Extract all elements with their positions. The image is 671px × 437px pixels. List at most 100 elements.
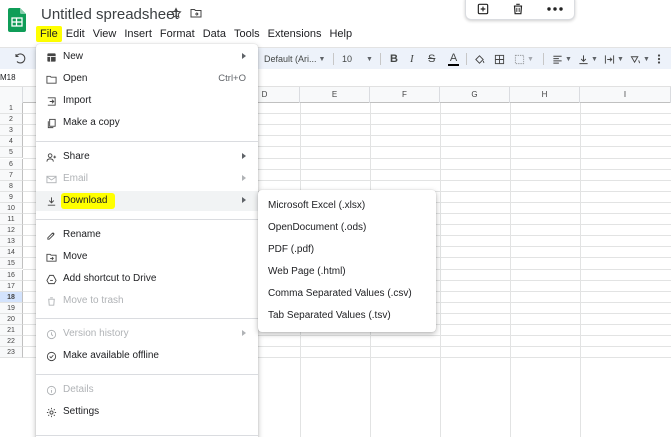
row-header-13[interactable]: 13 [0,236,23,248]
file-menu-move-to-trash: Move to trash [36,291,258,311]
file-menu-import[interactable]: Import [36,91,258,111]
gear-icon [45,406,57,418]
file-menu-share[interactable]: Share [36,147,258,167]
file-menu-open[interactable]: Open Ctrl+O [36,69,258,89]
file-menu-version-history: Version history [36,324,258,344]
move-icon [45,251,57,263]
row-header-7[interactable]: 7 [0,169,23,181]
folder-icon [45,73,57,85]
download-option-label: Tab Separated Values (.tsv) [268,310,391,321]
download-option-microsoft-excel-xlsx[interactable]: Microsoft Excel (.xlsx) [258,195,436,217]
row-header-10[interactable]: 10 [0,202,23,214]
column-header-i[interactable]: I [580,87,671,103]
file-menu-make-available-offline[interactable]: Make available offline [36,346,258,366]
menu-extensions[interactable]: Extensions [264,26,326,42]
submenu-arrow-icon [242,153,246,159]
download-option-tab-separated-values-tsv[interactable]: Tab Separated Values (.tsv) [258,305,436,327]
row-header-11[interactable]: 11 [0,214,23,225]
menu-format[interactable]: Format [156,26,199,42]
download-option-web-page-html[interactable]: Web Page (.html) [258,261,436,283]
menu-insert[interactable]: Insert [120,26,156,42]
file-menu-download[interactable]: Download [36,191,258,211]
add-comment-icon[interactable] [476,2,490,16]
column-header-f[interactable]: F [370,87,440,103]
column-header-h[interactable]: H [510,87,580,103]
menu-tools[interactable]: Tools [230,26,264,42]
file-menu-label: Make a copy [63,117,120,128]
undo-button[interactable] [14,48,26,70]
font-size-select[interactable]: 10 ▼ [342,48,373,70]
row-header-1[interactable]: 1 [0,103,23,114]
menu-separator [36,435,258,436]
text-wrap-button[interactable]: ▼ [604,48,624,70]
strikethrough-button[interactable]: S [428,48,435,70]
row-header-3[interactable]: 3 [0,125,23,137]
text-color-button[interactable]: A [448,48,459,70]
email-icon [45,173,57,185]
menu-data[interactable]: Data [199,26,230,42]
fill-color-button[interactable] [474,48,485,70]
halign-caret-icon: ▼ [565,55,572,63]
italic-button[interactable]: I [410,48,414,70]
row-header-18[interactable]: 18 [0,291,23,303]
row-header-12[interactable]: 12 [0,225,23,237]
row-header-4[interactable]: 4 [0,136,23,148]
document-title[interactable]: Untitled spreadsheet [41,6,179,23]
font-caret-icon: ▼ [318,55,326,63]
file-menu-rename[interactable]: Rename [36,225,258,245]
font-family-select[interactable]: Default (Ari... ▼ [264,48,330,70]
sheets-logo-icon[interactable] [8,8,26,32]
name-box[interactable]: M18 [0,73,16,82]
file-menu-make-a-copy[interactable]: Make a copy [36,113,258,133]
column-header-g[interactable]: G [440,87,510,103]
row-header-19[interactable]: 19 [0,302,23,314]
row-header-6[interactable]: 6 [0,158,23,170]
borders-icon [494,54,505,64]
menu-edit[interactable]: Edit [62,26,89,42]
merge-cells-button[interactable]: ▼ [514,48,534,70]
drive-shortcut-icon [45,273,57,285]
row-header-17[interactable]: 17 [0,280,23,292]
text-rotation-icon [630,55,641,63]
menu-view[interactable]: View [89,26,121,42]
file-menu-add-shortcut-to-drive[interactable]: Add shortcut to Drive [36,269,258,289]
more-toolbar-button[interactable] [656,48,662,70]
select-all-corner[interactable] [0,87,23,103]
file-menu-new[interactable]: New [36,47,258,67]
file-menu-move[interactable]: Move [36,247,258,267]
download-option-comma-separated-values-csv[interactable]: Comma Separated Values (.csv) [258,283,436,305]
row-header-9[interactable]: 9 [0,191,23,203]
download-option-opendocument-ods[interactable]: OpenDocument (.ods) [258,217,436,239]
row-header-15[interactable]: 15 [0,258,23,270]
text-rotation-button[interactable]: ▼ [630,48,650,70]
menubar: File Edit View Insert Format Data Tools Extensi… [36,26,356,42]
menu-file[interactable]: File [36,26,62,42]
row-header-16[interactable]: 16 [0,269,23,281]
row-header-8[interactable]: 8 [0,180,23,192]
delete-icon[interactable] [511,2,525,16]
download-option-pdf-pdf[interactable]: PDF (.pdf) [258,239,436,261]
menu-separator [36,141,258,142]
row-header-22[interactable]: 22 [0,336,23,348]
row-header-5[interactable]: 5 [0,147,23,159]
row-header-23[interactable]: 23 [0,347,23,359]
column-header-e[interactable]: E [300,87,370,103]
file-menu-label: Share [63,151,90,162]
row-header-21[interactable]: 21 [0,325,23,336]
row-header-14[interactable]: 14 [0,247,23,259]
move-folder-icon[interactable] [190,7,202,19]
row-header-20[interactable]: 20 [0,313,23,325]
borders-button[interactable] [494,48,505,70]
font-size-caret-icon: ▼ [366,55,373,63]
row-header-2[interactable]: 2 [0,114,23,126]
star-icon[interactable] [170,7,182,19]
file-menu-email: Email [36,169,258,189]
horizontal-align-button[interactable]: ▼ [552,48,572,70]
more-options-icon[interactable] [546,2,564,16]
menu-help[interactable]: Help [325,26,356,42]
file-menu-label: Version history [63,328,129,339]
bold-button[interactable]: B [390,48,398,70]
file-menu-settings[interactable]: Settings [36,402,258,422]
merge-caret-icon: ▼ [527,55,534,63]
vertical-align-button[interactable]: ▼ [578,48,598,70]
